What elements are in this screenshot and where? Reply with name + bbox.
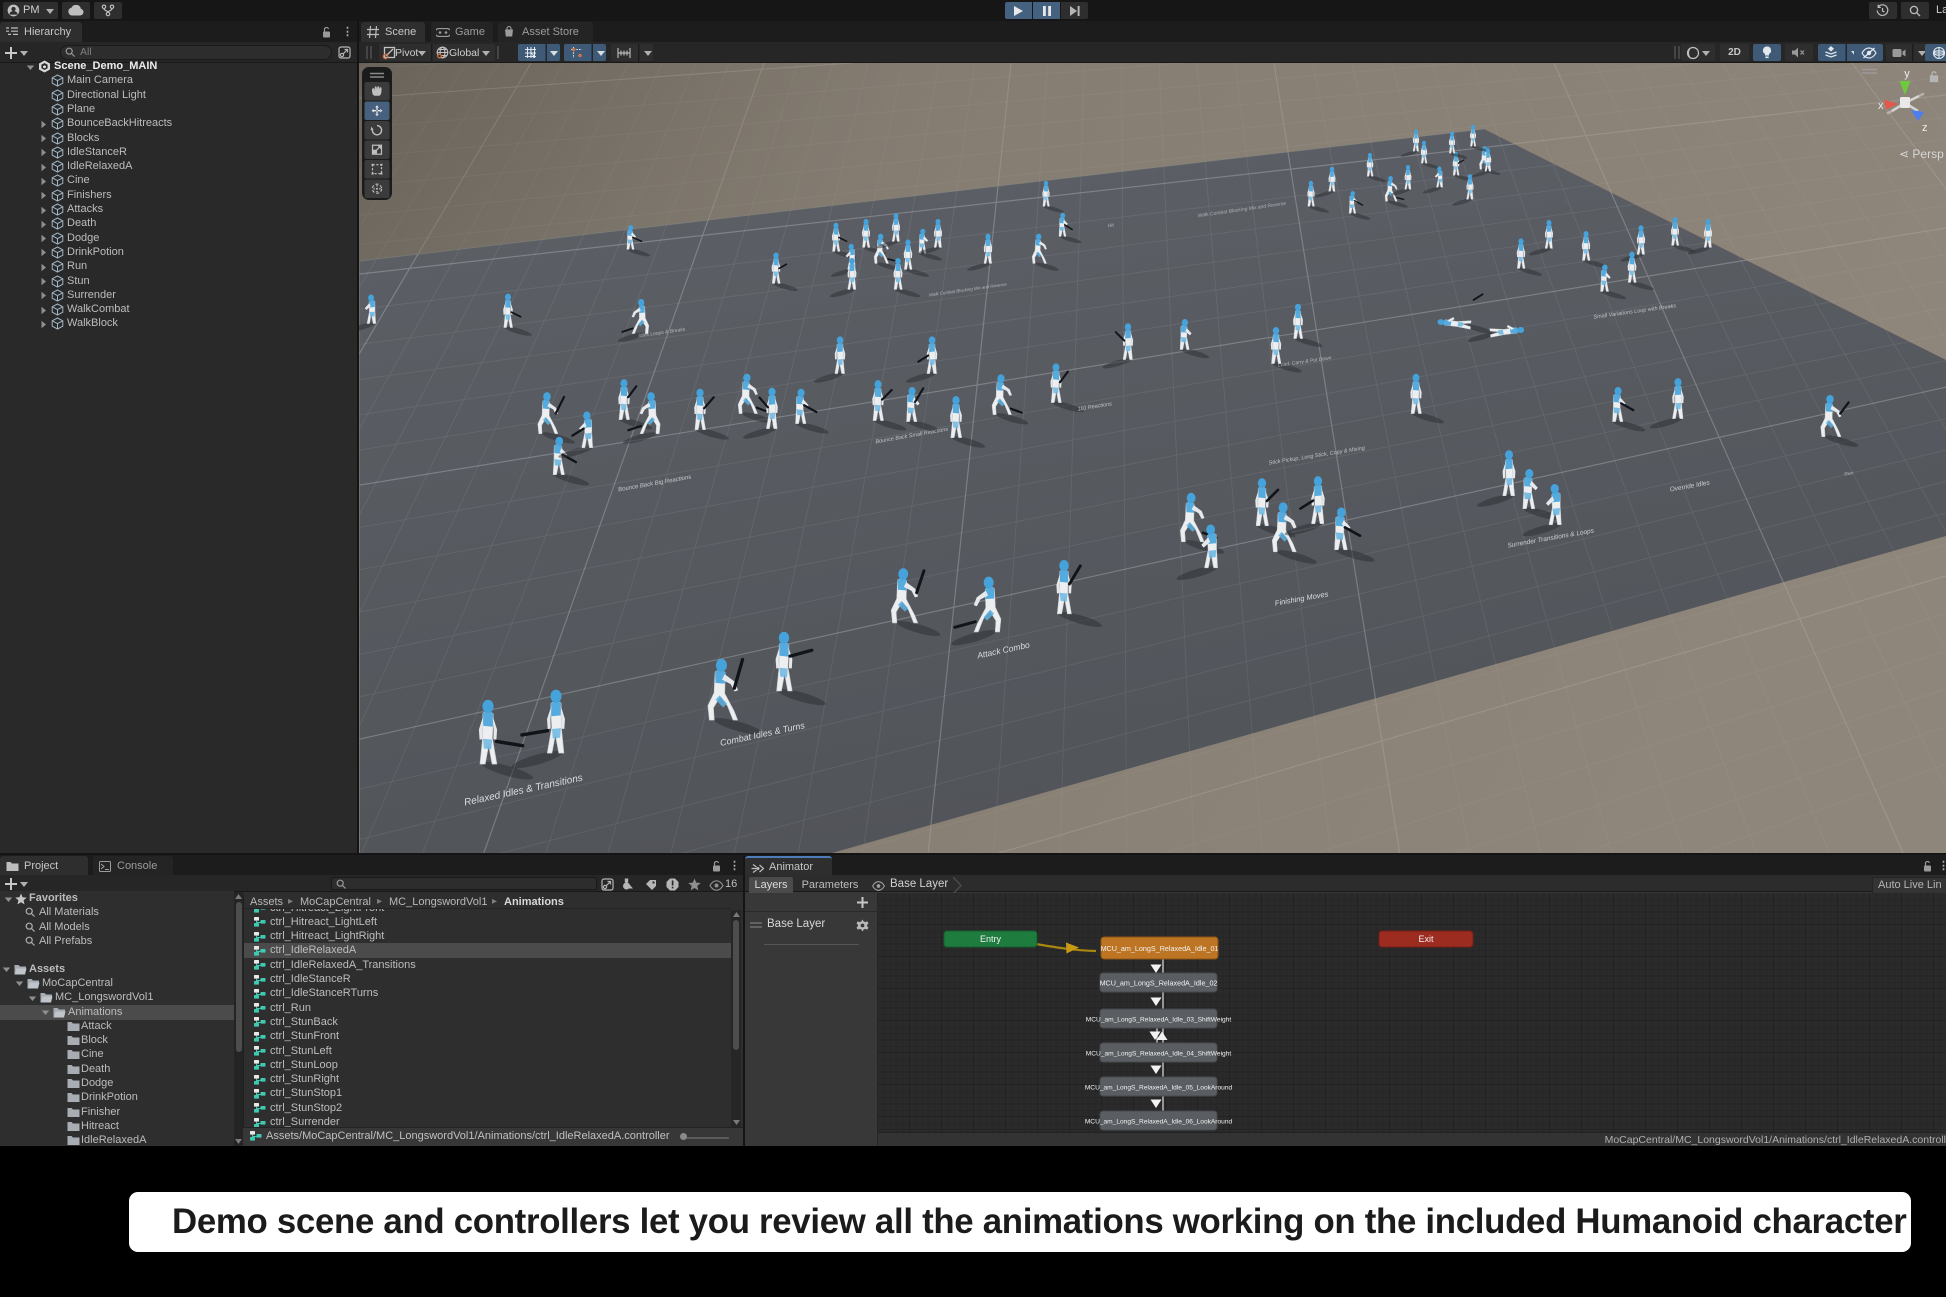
svg-text:MCU_am_LongS_RelaxedA_Idle_05_: MCU_am_LongS_RelaxedA_Idle_05_LookAround	[1085, 1084, 1233, 1091]
svg-text:MCU_am_LongS_RelaxedA_Idle_03_: MCU_am_LongS_RelaxedA_Idle_03_ShiftWeigh…	[1086, 1016, 1232, 1023]
svg-text:y: y	[1904, 68, 1910, 80]
svg-text:MCU_am_LongS_RelaxedA_Idle_02: MCU_am_LongS_RelaxedA_Idle_02	[1100, 978, 1218, 987]
svg-text:MCU_am_LongS_RelaxedA_Idle_06_: MCU_am_LongS_RelaxedA_Idle_06_LookAround	[1085, 1118, 1233, 1125]
svg-text:MCU_am_LongS_RelaxedA_Idle_01: MCU_am_LongS_RelaxedA_Idle_01	[1101, 944, 1219, 953]
svg-text:Entry: Entry	[980, 934, 1002, 944]
svg-text:x: x	[1878, 100, 1884, 112]
svg-text:Exit: Exit	[1418, 934, 1434, 944]
svg-text:⋖ Persp: ⋖ Persp	[1899, 147, 1944, 161]
svg-text:z: z	[1922, 122, 1928, 134]
svg-text:MCU_am_LongS_RelaxedA_Idle_04_: MCU_am_LongS_RelaxedA_Idle_04_ShiftWeigh…	[1086, 1050, 1232, 1057]
svg-text:Y: Y	[531, 53, 536, 59]
